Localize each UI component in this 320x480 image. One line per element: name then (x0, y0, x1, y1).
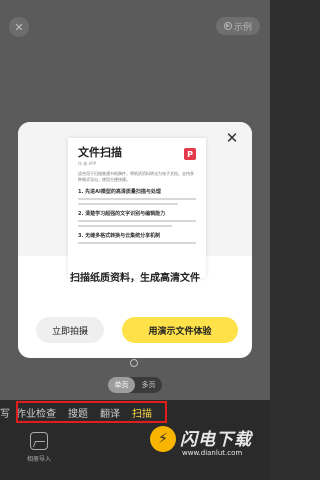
page-mode-toggle[interactable]: 单页 多页 (108, 377, 162, 393)
text-line (78, 198, 196, 200)
document-meta: 作 者 APP (78, 161, 97, 166)
document-heading: 1. 先进AI模型的高清质量扫描与处理 (78, 189, 161, 195)
text-line (78, 220, 196, 222)
sample-document: P 文件扫描 作 者 APP 适合用于扫描普通书纸稿件，将纸质资料转化为电子文档… (68, 138, 206, 278)
album-import-button[interactable]: 相册导入 (22, 432, 56, 463)
text-line (78, 203, 179, 205)
document-heading: 3. 无缝多格式转换与云集统分享机制 (78, 233, 161, 239)
focus-indicator-icon (130, 359, 138, 367)
watermark-text: 闪电下载 (180, 430, 252, 450)
scan-intro-modal: P 文件扫描 作 者 APP 适合用于扫描普通书纸稿件，将纸质资料转化为电子文档… (18, 122, 252, 358)
shoot-now-button[interactable]: 立即拍摄 (36, 317, 104, 343)
modal-caption: 扫描纸质资料，生成高清文件 (70, 273, 200, 284)
sample-document-area: P 文件扫描 作 者 APP 适合用于扫描普通书纸稿件，将纸质资料转化为电子文档… (18, 122, 252, 278)
document-intro: 适合用于扫描普通书纸稿件，将纸质资料转化为电子文档，支持多种格式导出，使用方便快… (78, 171, 194, 182)
document-heading: 2. 清楚学习超强的文字识别与编辑能力 (78, 211, 166, 217)
text-line (78, 225, 173, 227)
mode-highlight-box (16, 401, 167, 423)
album-import-label: 相册导入 (26, 456, 51, 463)
lightning-logo-icon: ⚡ (150, 426, 176, 452)
document-title: 文件扫描 (78, 146, 122, 159)
modal-close-icon[interactable]: ✕ (224, 129, 240, 147)
multi-page-option[interactable]: 多页 (135, 377, 162, 393)
app-logo-icon: P (184, 148, 196, 160)
watermark-url: www.dianlut.com (182, 449, 243, 457)
image-icon (30, 432, 48, 450)
text-line (78, 242, 196, 244)
try-demo-button[interactable]: 用演示文件体验 (122, 317, 238, 343)
watermark: ⚡ 闪电下载 www.dianlut.com (150, 422, 270, 472)
mode-tab-write[interactable]: 写 (0, 405, 10, 420)
single-page-option[interactable]: 单页 (108, 377, 135, 393)
